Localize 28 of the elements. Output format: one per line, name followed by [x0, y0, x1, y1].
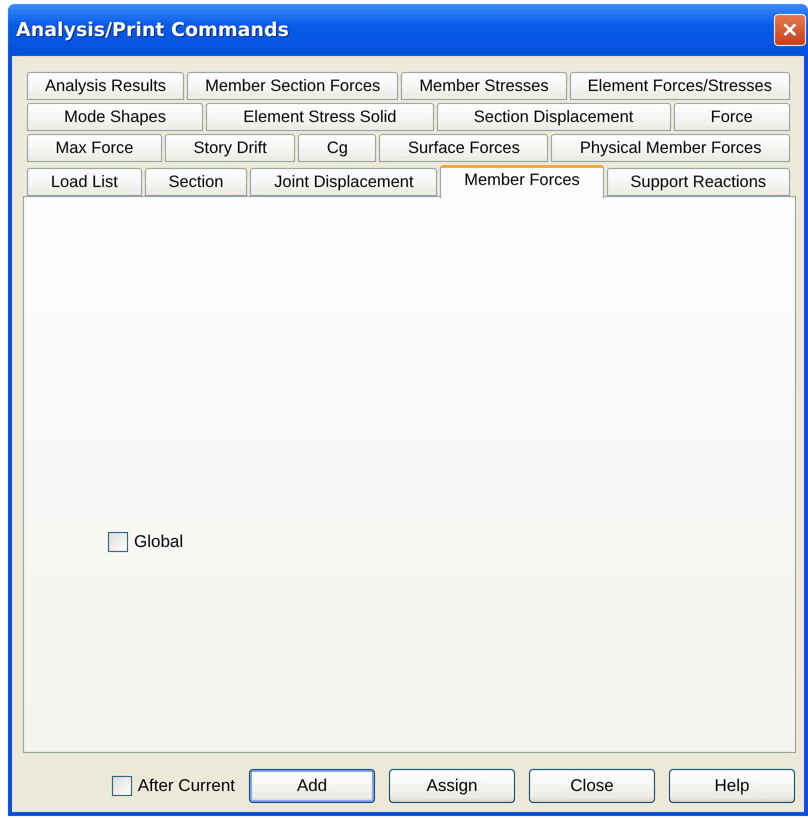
close-button[interactable]: ✕ [774, 14, 806, 46]
tab[interactable]: Support Reactions [606, 168, 790, 196]
tab[interactable]: Member Forces [440, 165, 604, 198]
checkbox-label: Global [134, 532, 184, 552]
checkbox-label: After Current [138, 776, 235, 796]
tab[interactable]: Section [144, 168, 248, 196]
tab[interactable]: Force [674, 103, 790, 131]
tab[interactable]: Member Stresses [401, 72, 567, 100]
tab[interactable]: Element Forces/Stresses [570, 72, 790, 100]
checkbox[interactable] [108, 532, 128, 552]
tab[interactable]: Section Displacement [436, 103, 670, 131]
checkbox[interactable] [112, 776, 132, 796]
dialog-button[interactable]: Assign [389, 769, 515, 803]
window-title: Analysis/Print Commands [16, 19, 289, 41]
dialog-button[interactable]: Close [529, 769, 655, 803]
dialog-button[interactable]: Add [249, 769, 375, 803]
tab[interactable]: Surface Forces [379, 134, 548, 162]
tab[interactable]: Joint Displacement [250, 168, 438, 196]
tab[interactable]: Cg [298, 134, 376, 162]
dialog-button[interactable]: Help [669, 769, 795, 803]
tab[interactable]: Story Drift [164, 134, 296, 162]
tab[interactable]: Max Force [27, 134, 162, 162]
tab[interactable]: Member Section Forces [187, 72, 398, 100]
tab[interactable]: Load List [27, 168, 142, 196]
tab[interactable]: Analysis Results [27, 72, 184, 100]
tab[interactable]: Physical Member Forces [551, 134, 790, 162]
tab[interactable]: Element Stress Solid [206, 103, 434, 131]
tab[interactable]: Mode Shapes [27, 103, 204, 131]
